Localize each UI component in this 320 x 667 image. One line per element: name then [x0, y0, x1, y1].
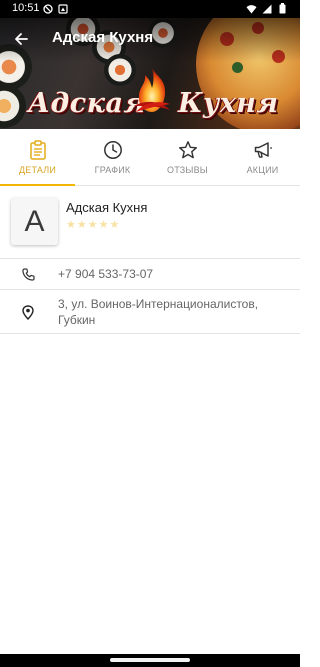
status-bar: 10:51 — [0, 0, 300, 18]
address-row[interactable]: 3, ул. Воинов-Интернационалистов, Губкин — [0, 289, 300, 334]
phone-icon — [20, 266, 36, 282]
wifi-icon — [246, 3, 257, 14]
megaphone-icon — [252, 139, 273, 160]
restaurant-name: Адская Кухня — [66, 200, 148, 215]
location-pin-icon — [20, 304, 36, 320]
restaurant-profile: A Адская Кухня ★★★★★ — [0, 186, 300, 259]
rating-stars: ★★★★★ — [66, 219, 121, 231]
clock-icon — [102, 139, 123, 160]
no-disturb-icon — [42, 3, 53, 14]
arrow-left-icon — [15, 33, 28, 45]
header-banner: Адская Кухня Адская Кухня — [0, 18, 300, 129]
tab-schedule-label: ГРАФИК — [94, 165, 131, 175]
system-nav-bar — [0, 654, 300, 667]
avatar: A — [11, 198, 58, 245]
tab-promos[interactable]: АКЦИИ — [225, 129, 300, 185]
back-button[interactable] — [10, 28, 32, 50]
flame-icon — [134, 68, 170, 112]
star-outline-icon — [177, 139, 198, 160]
signal-icon — [261, 3, 272, 14]
phone-number: +7 904 533-73-07 — [58, 267, 154, 281]
home-gesture-handle[interactable] — [110, 658, 190, 662]
tab-reviews-label: ОТЗЫВЫ — [167, 165, 208, 175]
tab-reviews[interactable]: ОТЗЫВЫ — [150, 129, 225, 185]
address-text: 3, ул. Воинов-Интернационалистов, Губкин — [58, 297, 259, 327]
tab-details-label: ДЕТАЛИ — [18, 165, 57, 175]
phone-row[interactable]: +7 904 533-73-07 — [0, 259, 300, 289]
logo-text-left: Адская — [28, 88, 146, 119]
battery-icon — [277, 3, 288, 14]
tab-details[interactable]: ДЕТАЛИ — [0, 129, 75, 186]
tab-promos-label: АКЦИИ — [246, 165, 279, 175]
restaurant-logo: Адская Кухня — [28, 68, 279, 128]
clipboard-icon — [27, 139, 48, 160]
tab-schedule[interactable]: ГРАФИК — [75, 129, 150, 185]
tab-bar: ДЕТАЛИ ГРАФИК ОТЗЫВЫ АКЦИИ — [0, 129, 300, 186]
screenshot-icon — [57, 3, 68, 14]
page-title: Адская Кухня — [52, 29, 154, 46]
status-time: 10:51 — [12, 2, 40, 14]
logo-text-right: Кухня — [178, 88, 279, 119]
